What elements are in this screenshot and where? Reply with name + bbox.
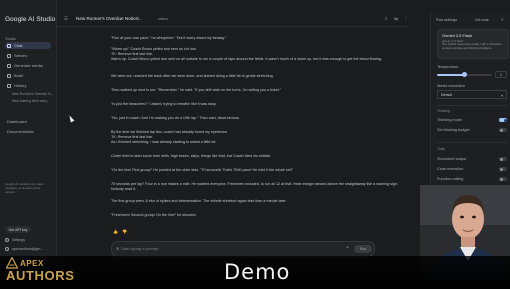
add-media-icon[interactable]: + [346, 245, 349, 251]
thinking-budget-label: Set thinking budget [437, 128, 470, 132]
thumbs-up-icon[interactable]: 👍 [113, 229, 118, 234]
temperature-fill [437, 74, 465, 76]
edit-icon[interactable]: ✎ [136, 16, 140, 22]
chat-paragraph: As I finished stretching, I was already … [111, 140, 217, 144]
chat-paragraph: "On the line! First group!" He pointed a… [111, 168, 294, 172]
temperature-thumb[interactable] [462, 72, 467, 77]
tool-label: Structured output [437, 157, 467, 161]
sidebar-item-dashboard[interactable]: Dashboard [5, 118, 51, 125]
toggle-knob [499, 177, 503, 181]
model-description: Our hybrid reasoning model, with a 1M to… [442, 42, 502, 50]
media-resolution-label: Media resolution [437, 84, 465, 88]
temperature-slider[interactable] [437, 72, 492, 77]
chat-paragraph: Theo walked up next to me. "Remember," h… [111, 88, 282, 92]
thinking-mode-toggle[interactable] [499, 118, 507, 122]
stream-icon [7, 53, 11, 58]
thumbs-down-icon[interactable]: 👎 [122, 229, 127, 234]
get-api-key-button[interactable]: Get API key [5, 226, 31, 233]
structured-output-toggle[interactable] [499, 157, 507, 161]
more-icon[interactable]: ⋮ [403, 16, 409, 22]
prompt-input-placeholder: Start typing a prompt [121, 246, 159, 251]
media-resolution-value: Default [441, 93, 453, 97]
menu-icon[interactable]: ☰ [63, 16, 69, 22]
sidebar-item-label: Generate media [14, 63, 43, 68]
divider [437, 142, 507, 143]
media-resolution-select[interactable]: Default ▾ [437, 90, 507, 99]
sidebar-item-documentation[interactable]: Documentation [5, 128, 51, 135]
history-item[interactable]: New Runner's Overdue N... [12, 92, 53, 96]
chat-paragraph: The first group went. A blur of spikes a… [111, 199, 287, 203]
toggle-knob [503, 118, 507, 122]
prompt-title[interactable]: New Runner's Overdue Notice... [76, 16, 142, 21]
get-code-button[interactable]: Get code [475, 18, 489, 22]
thinking-mode-label: Thinking mode [437, 118, 462, 122]
sidebar-item-build[interactable]: Build [5, 72, 51, 79]
panel-title: Run settings [436, 18, 458, 22]
close-icon[interactable]: × [501, 17, 504, 22]
chat-paragraph: "Freshmen! Second group! On the line!" h… [111, 213, 197, 217]
chat-paragraph: Warm up. Coach Bruno yelled and sent us … [111, 57, 383, 61]
function-calling-toggle[interactable] [499, 177, 507, 181]
sidebar-item-label: Dashboard [7, 119, 27, 124]
sidebar-item-label: Build [14, 73, 23, 78]
sidebar-item-chat[interactable]: Chat [5, 42, 51, 49]
logo-apex: APEX [20, 259, 44, 268]
toggle-knob [499, 128, 503, 132]
studio-section-label: Studio [5, 36, 17, 41]
settings-link[interactable]: Settings [5, 238, 25, 242]
sidebar-item-generate-media[interactable]: Generate media [5, 62, 51, 69]
mouse-cursor-icon [67, 114, 75, 123]
chevron-down-icon: ▾ [500, 92, 503, 98]
chat-paragraph: 70 seconds per lap? Four in a row makes … [111, 182, 398, 192]
code-execution-toggle[interactable] [499, 167, 507, 171]
media-icon [7, 63, 11, 68]
prompt-input[interactable]: ⊕ Start typing a prompt + Run [111, 241, 375, 257]
sidebar-item-label: History [14, 83, 27, 88]
chat-paragraph: Carter tried to start some form drills, … [111, 154, 272, 158]
account-label: apexauthors@gm... [12, 247, 44, 251]
chat-paragraph: We went out, reached the track after we … [111, 74, 274, 78]
attach-icon[interactable]: ⊕ [116, 246, 119, 251]
toggle-knob [499, 157, 503, 161]
build-icon [7, 73, 11, 78]
settings-icon [5, 238, 9, 242]
chat-transcript: "Run at your own pace," he whispered. "D… [111, 30, 401, 240]
demo-caption: Demo [224, 260, 291, 284]
tool-label: Function calling [437, 177, 464, 181]
tool-label: Code execution [437, 167, 464, 171]
chat-paragraph: "Run at your own pace," he whispered. "D… [111, 36, 227, 40]
collapse-sidebar-icon[interactable]: ⟨ [48, 16, 54, 22]
thinking-budget-toggle[interactable] [499, 128, 507, 132]
left-sidebar: Google AI Studio ⟨ Studio Chat Stream Ge… [0, 0, 57, 289]
model-selector[interactable]: Gemini 2.5 Flash gemini-2.5-flash Our hy… [437, 29, 509, 59]
temperature-input[interactable]: 1 [495, 71, 507, 78]
tools-section-label: Tools [437, 147, 445, 151]
settings-label: Settings [12, 238, 25, 242]
chat-paragraph: "Is just the bleachers?" I asked, trying… [111, 102, 217, 106]
sidebar-item-history[interactable]: History [5, 82, 51, 89]
sidebar-item-label: Stream [14, 53, 27, 58]
account-link[interactable]: apexauthors@gm... [5, 247, 43, 251]
run-button[interactable]: Run [354, 245, 372, 253]
sidebar-item-label: Chat [14, 43, 23, 48]
temperature-label: Temperature [437, 65, 459, 69]
toggle-knob [499, 167, 503, 171]
prompt-header: ☰ New Runner's Overdue Notice... ✎ token… [57, 12, 409, 27]
sidebar-item-label: Documentation [7, 129, 34, 134]
divider [437, 105, 507, 106]
share-icon[interactable]: ⇪ [383, 16, 389, 22]
thinking-section-label: Thinking [437, 109, 450, 113]
token-count: tokens [158, 17, 168, 21]
history-item[interactable]: New training blind story... [12, 99, 50, 103]
logo-authors: AUTHORS [6, 268, 75, 283]
avatar [5, 247, 9, 251]
model-name: Gemini 2.5 Flash [442, 33, 473, 38]
history-icon [7, 83, 11, 88]
compare-icon[interactable]: ⇆ [393, 16, 399, 22]
disclaimer-text: Google AI models may make mistakes, so d… [5, 182, 44, 194]
chat-icon [7, 43, 11, 48]
sidebar-item-stream[interactable]: Stream [5, 52, 51, 59]
chat-paragraph: "No, just in coach. And I'm making you d… [111, 116, 240, 120]
